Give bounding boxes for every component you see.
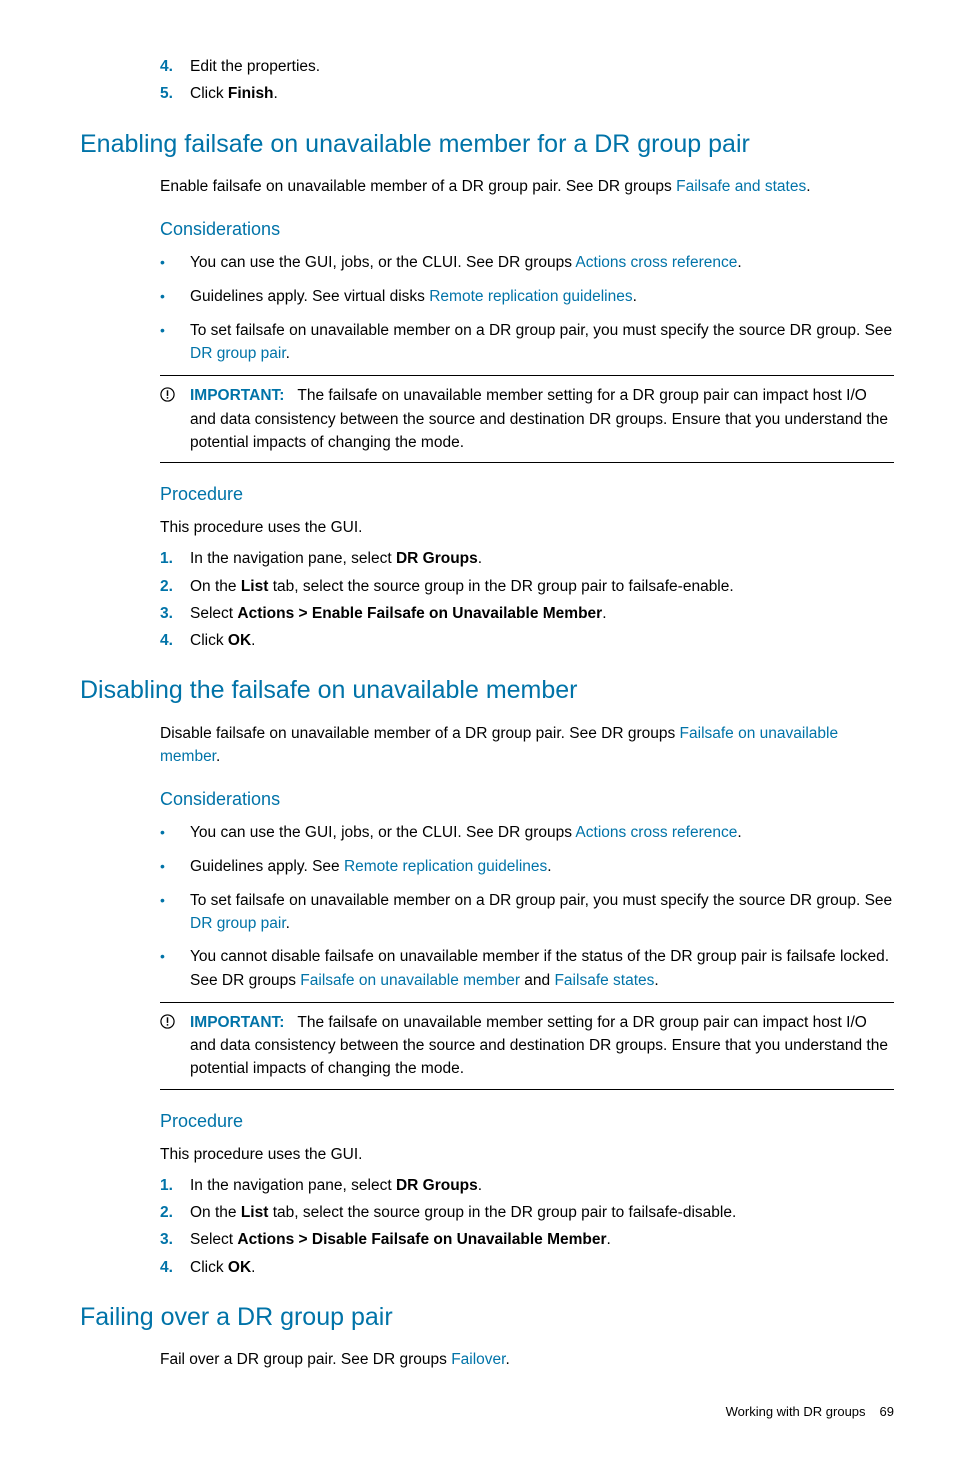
procedure-intro: This procedure uses the GUI. — [160, 1143, 894, 1166]
link[interactable]: Remote replication guidelines — [429, 288, 632, 305]
bullet-text: To set failsafe on unavailable member on… — [190, 889, 894, 936]
step-text: Select Actions > Enable Failsafe on Unav… — [190, 602, 607, 625]
list-item: • You can use the GUI, jobs, or the CLUI… — [160, 251, 894, 275]
link[interactable]: Failover — [451, 1351, 505, 1368]
important-note: IMPORTANT: The failsafe on unavailable m… — [160, 375, 894, 463]
step-number: 5. — [160, 82, 190, 105]
step-text: On the List tab, select the source group… — [190, 575, 734, 598]
bullet-text: Guidelines apply. See Remote replication… — [190, 855, 552, 879]
bullet-icon: • — [160, 251, 190, 275]
important-note: IMPORTANT: The failsafe on unavailable m… — [160, 1002, 894, 1090]
bullet-icon: • — [160, 821, 190, 845]
link[interactable]: Actions cross reference — [575, 254, 737, 271]
list-item: 5. Click Finish. — [160, 82, 894, 105]
bullet-text: Guidelines apply. See virtual disks Remo… — [190, 285, 637, 309]
step-text: On the List tab, select the source group… — [190, 1201, 736, 1224]
step-text: In the navigation pane, select DR Groups… — [190, 547, 482, 570]
bullet-text: You cannot disable failsafe on unavailab… — [190, 945, 894, 992]
list-item: • To set failsafe on unavailable member … — [160, 319, 894, 366]
step-number: 4. — [160, 1256, 190, 1279]
section-heading: Enabling failsafe on unavailable member … — [80, 126, 894, 164]
step-number: 2. — [160, 575, 190, 598]
step-text: Click OK. — [190, 629, 255, 652]
section-heading: Failing over a DR group pair — [80, 1299, 894, 1337]
important-icon — [160, 1011, 190, 1081]
step-text: Click Finish. — [190, 82, 278, 105]
step-number: 4. — [160, 55, 190, 78]
link-failsafe-states[interactable]: Failsafe and states — [676, 178, 806, 195]
step-number: 1. — [160, 547, 190, 570]
procedure-list: 1. In the navigation pane, select DR Gro… — [160, 547, 894, 652]
subsection-heading: Considerations — [160, 786, 894, 813]
subsection-heading: Procedure — [160, 1108, 894, 1135]
list-item: 1. In the navigation pane, select DR Gro… — [160, 1174, 894, 1197]
considerations-list: • You can use the GUI, jobs, or the CLUI… — [160, 821, 894, 992]
list-item: • Guidelines apply. See virtual disks Re… — [160, 285, 894, 309]
list-item: • To set failsafe on unavailable member … — [160, 889, 894, 936]
list-item: • You cannot disable failsafe on unavail… — [160, 945, 894, 992]
bullet-text: To set failsafe on unavailable member on… — [190, 319, 894, 366]
step-text: Select Actions > Disable Failsafe on Una… — [190, 1228, 611, 1251]
important-text: IMPORTANT: The failsafe on unavailable m… — [190, 384, 894, 454]
important-icon — [160, 384, 190, 454]
list-item: 2. On the List tab, select the source gr… — [160, 575, 894, 598]
page-number: 69 — [880, 1402, 894, 1422]
step-text: In the navigation pane, select DR Groups… — [190, 1174, 482, 1197]
link[interactable]: DR group pair — [190, 915, 286, 932]
bullet-icon: • — [160, 285, 190, 309]
bullet-text: You can use the GUI, jobs, or the CLUI. … — [190, 251, 742, 275]
link[interactable]: Failsafe states — [554, 972, 654, 989]
bullet-icon: • — [160, 319, 190, 366]
procedure-intro: This procedure uses the GUI. — [160, 516, 894, 539]
list-item: • Guidelines apply. See Remote replicati… — [160, 855, 894, 879]
intro-paragraph: Enable failsafe on unavailable member of… — [160, 175, 894, 198]
intro-paragraph: Disable failsafe on unavailable member o… — [160, 722, 894, 769]
step-number: 4. — [160, 629, 190, 652]
bullet-text: You can use the GUI, jobs, or the CLUI. … — [190, 821, 742, 845]
footer-text: Working with DR groups — [726, 1402, 866, 1422]
intro-paragraph: Fail over a DR group pair. See DR groups… — [160, 1348, 894, 1371]
list-item: 4. Edit the properties. — [160, 55, 894, 78]
link[interactable]: Remote replication guidelines — [344, 858, 547, 875]
subsection-heading: Considerations — [160, 216, 894, 243]
list-item: 2. On the List tab, select the source gr… — [160, 1201, 894, 1224]
list-item: • You can use the GUI, jobs, or the CLUI… — [160, 821, 894, 845]
list-item: 3. Select Actions > Disable Failsafe on … — [160, 1228, 894, 1251]
step-number: 3. — [160, 1228, 190, 1251]
list-item: 4. Click OK. — [160, 1256, 894, 1279]
step-number: 2. — [160, 1201, 190, 1224]
page-footer: Working with DR groups 69 — [60, 1402, 894, 1422]
considerations-list: • You can use the GUI, jobs, or the CLUI… — [160, 251, 894, 365]
link[interactable]: Failsafe on unavailable member — [300, 972, 520, 989]
bullet-icon: • — [160, 889, 190, 936]
step-number: 3. — [160, 602, 190, 625]
link[interactable]: Actions cross reference — [575, 824, 737, 841]
section-heading: Disabling the failsafe on unavailable me… — [80, 672, 894, 710]
important-text: IMPORTANT: The failsafe on unavailable m… — [190, 1011, 894, 1081]
list-item: 4. Click OK. — [160, 629, 894, 652]
continued-step-list: 4. Edit the properties. 5. Click Finish. — [160, 55, 894, 106]
procedure-list: 1. In the navigation pane, select DR Gro… — [160, 1174, 894, 1279]
step-number: 1. — [160, 1174, 190, 1197]
step-text: Edit the properties. — [190, 55, 320, 78]
list-item: 3. Select Actions > Enable Failsafe on U… — [160, 602, 894, 625]
bullet-icon: • — [160, 855, 190, 879]
list-item: 1. In the navigation pane, select DR Gro… — [160, 547, 894, 570]
link[interactable]: DR group pair — [190, 345, 286, 362]
step-text: Click OK. — [190, 1256, 255, 1279]
subsection-heading: Procedure — [160, 481, 894, 508]
bullet-icon: • — [160, 945, 190, 992]
